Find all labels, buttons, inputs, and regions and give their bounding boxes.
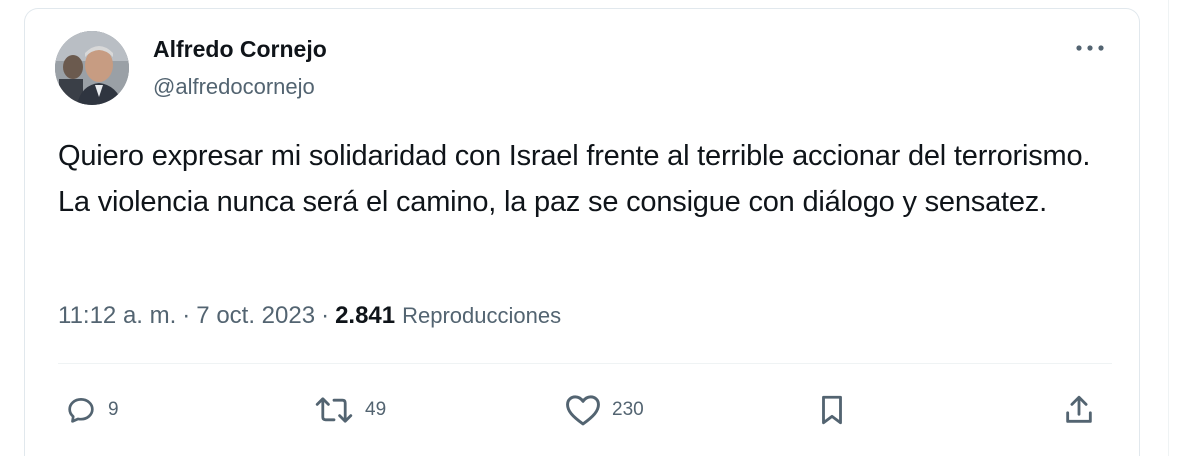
actions-divider	[58, 363, 1112, 364]
share-button[interactable]	[1062, 389, 1096, 431]
reply-count: 9	[108, 399, 119, 420]
right-gutter	[1140, 0, 1200, 456]
author-handle[interactable]: @alfredocornejo	[153, 74, 315, 100]
like-button[interactable]: 230	[564, 389, 644, 431]
retweet-button[interactable]: 49	[313, 389, 386, 431]
more-horizontal-icon	[1076, 45, 1104, 51]
views-label: Reproducciones	[402, 303, 562, 328]
retweet-count: 49	[365, 399, 387, 420]
bookmark-icon	[822, 395, 842, 425]
retweet-icon	[315, 397, 353, 423]
heart-icon	[566, 395, 600, 426]
reply-icon	[68, 398, 94, 423]
more-options-button[interactable]	[1068, 30, 1112, 66]
tweet-text: Quiero expresar mi solidaridad con Israe…	[58, 140, 1091, 218]
author-name[interactable]: Alfredo Cornejo	[153, 36, 327, 63]
tweet-date[interactable]: 7 oct. 2023	[196, 302, 315, 330]
tweet-metadata: 11:12 a. m. · 7 oct. 2023 · 2.841 Reprod…	[58, 302, 561, 330]
share-icon	[1066, 395, 1092, 423]
column-divider	[1168, 0, 1169, 456]
tweet-time[interactable]: 11:12 a. m.	[58, 302, 176, 330]
avatar[interactable]	[55, 31, 129, 105]
like-count: 230	[612, 399, 644, 420]
avatar-photo	[55, 31, 129, 105]
meta-separator: ·	[182, 302, 191, 329]
bookmark-button[interactable]	[816, 389, 848, 431]
views-count: 2.841	[335, 302, 396, 329]
meta-separator: ·	[321, 302, 330, 329]
reply-button[interactable]: 9	[64, 389, 119, 431]
